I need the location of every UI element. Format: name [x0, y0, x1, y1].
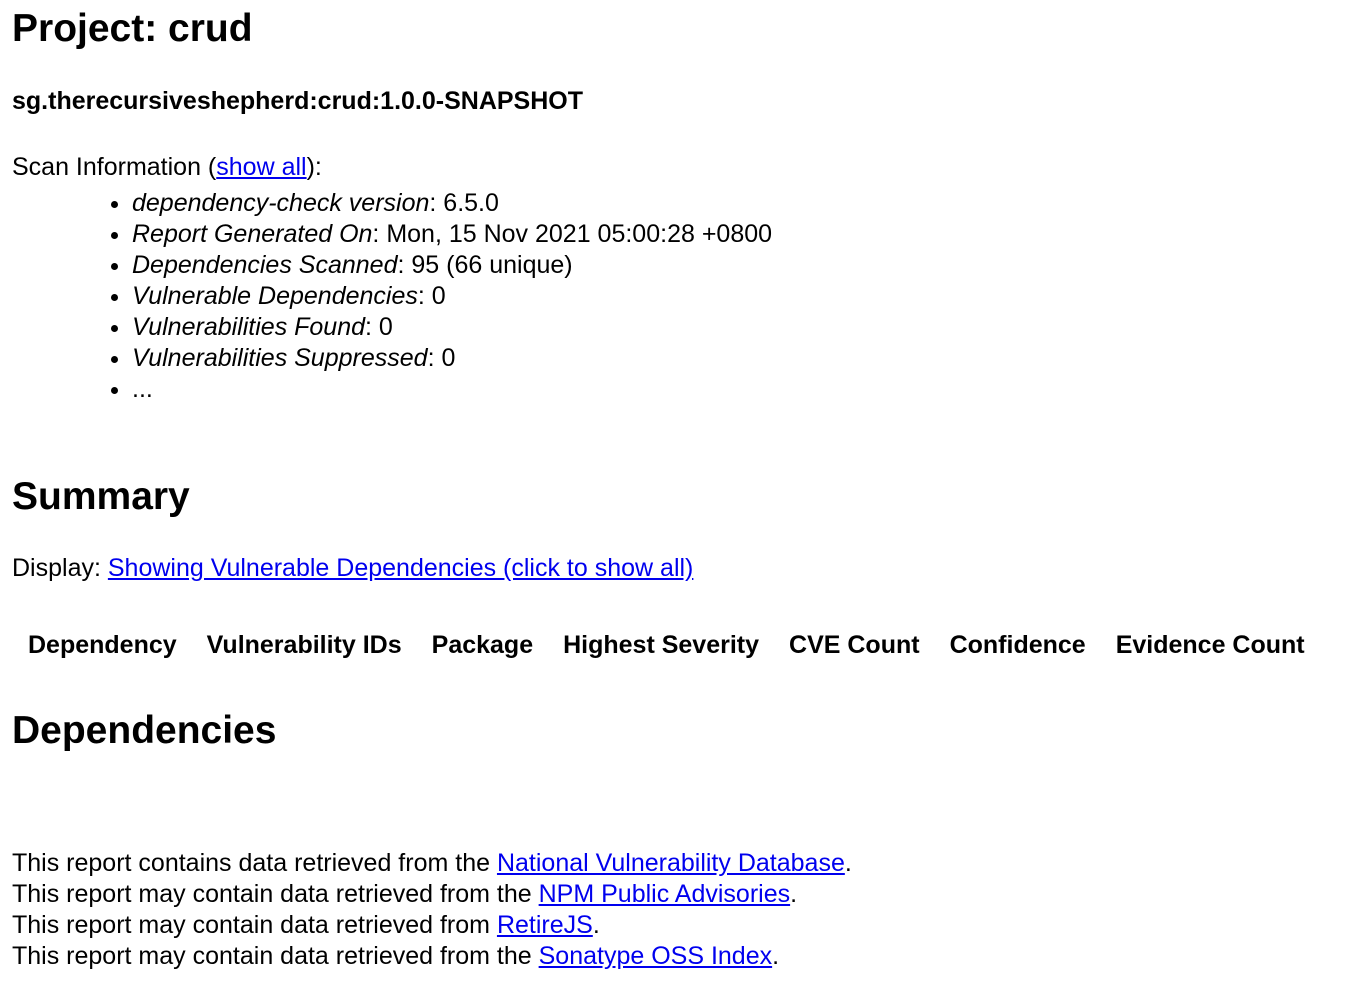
summary-heading: Summary — [12, 475, 190, 518]
footer-line: This report may contain data retrieved f… — [12, 941, 852, 972]
dependencies-heading: Dependencies — [12, 709, 277, 752]
scan-info-value: : 0 — [417, 282, 446, 310]
footer-line-text: This report may contain data retrieved f… — [12, 911, 497, 939]
footer-line: This report contains data retrieved from… — [12, 848, 852, 879]
footer-line: This report may contain data retrieved f… — [12, 879, 852, 910]
scan-info-prefix: Scan Information ( — [12, 153, 217, 181]
scan-info-suffix: ): — [306, 153, 322, 181]
retirejs-link[interactable]: RetireJS — [497, 911, 593, 939]
scan-info-list: dependency-check version: 6.5.0 Report G… — [90, 188, 772, 405]
report-sources-footer: This report contains data retrieved from… — [12, 848, 852, 972]
column-header-cve-count[interactable]: CVE Count — [773, 626, 934, 664]
footer-line-period: . — [772, 942, 780, 970]
footer-line-text: This report may contain data retrieved f… — [12, 942, 539, 970]
column-header-evidence-count[interactable]: Evidence Count — [1100, 626, 1319, 664]
scan-info-item: Vulnerabilities Suppressed: 0 — [132, 343, 772, 374]
footer-line-period: . — [592, 911, 600, 939]
scan-info-key: Vulnerable Dependencies — [132, 282, 418, 310]
column-header-dependency[interactable]: Dependency — [12, 626, 191, 664]
column-header-package[interactable]: Package — [416, 626, 547, 664]
scan-info-key: Dependencies Scanned — [132, 251, 398, 279]
column-header-vulnerability-ids[interactable]: Vulnerability IDs — [191, 626, 416, 664]
nvd-link[interactable]: National Vulnerability Database — [497, 849, 845, 877]
scan-info-ellipsis: ... — [132, 375, 153, 403]
scan-info-item: dependency-check version: 6.5.0 — [132, 188, 772, 219]
footer-line-text: This report may contain data retrieved f… — [12, 880, 539, 908]
npm-advisories-link[interactable]: NPM Public Advisories — [539, 880, 790, 908]
project-title: Project: crud — [12, 7, 253, 50]
sonatype-oss-index-link[interactable]: Sonatype OSS Index — [539, 942, 772, 970]
summary-table-header-row: Dependency Vulnerability IDs Package Hig… — [12, 626, 1319, 664]
scan-info-item: Vulnerabilities Found: 0 — [132, 312, 772, 343]
scan-information-label: Scan Information (show all): — [12, 152, 322, 182]
scan-info-value: : 95 (66 unique) — [397, 251, 573, 279]
scan-info-item: ... — [132, 374, 772, 405]
scan-info-key: dependency-check version — [132, 189, 430, 217]
toggle-vulnerable-dependencies-link[interactable]: Showing Vulnerable Dependencies (click t… — [108, 554, 694, 582]
display-label: Display: — [12, 554, 108, 582]
scan-info-value: : Mon, 15 Nov 2021 05:00:28 +0800 — [372, 220, 773, 248]
footer-line-period: . — [844, 849, 852, 877]
scan-info-item: Report Generated On: Mon, 15 Nov 2021 05… — [132, 219, 772, 250]
artifact-id: sg.therecursiveshepherd:crud:1.0.0-SNAPS… — [12, 87, 583, 115]
scan-info-key: Vulnerabilities Found — [132, 313, 366, 341]
summary-table: Dependency Vulnerability IDs Package Hig… — [12, 626, 1319, 664]
scan-info-value: : 0 — [427, 344, 456, 372]
scan-info-value: : 0 — [365, 313, 393, 341]
footer-line-period: . — [790, 880, 798, 908]
scan-info-key: Report Generated On — [132, 220, 373, 248]
footer-line-text: This report contains data retrieved from… — [12, 849, 497, 877]
scan-info-key: Vulnerabilities Suppressed — [132, 344, 428, 372]
display-toggle-row: Display: Showing Vulnerable Dependencies… — [12, 553, 693, 583]
column-header-highest-severity[interactable]: Highest Severity — [547, 626, 773, 664]
scan-info-item: Vulnerable Dependencies: 0 — [132, 281, 772, 312]
scan-info-item: Dependencies Scanned: 95 (66 unique) — [132, 250, 772, 281]
show-all-scan-info-link[interactable]: show all — [216, 153, 306, 181]
column-header-confidence[interactable]: Confidence — [934, 626, 1100, 664]
footer-line: This report may contain data retrieved f… — [12, 910, 852, 941]
scan-info-value: : 6.5.0 — [429, 189, 499, 217]
